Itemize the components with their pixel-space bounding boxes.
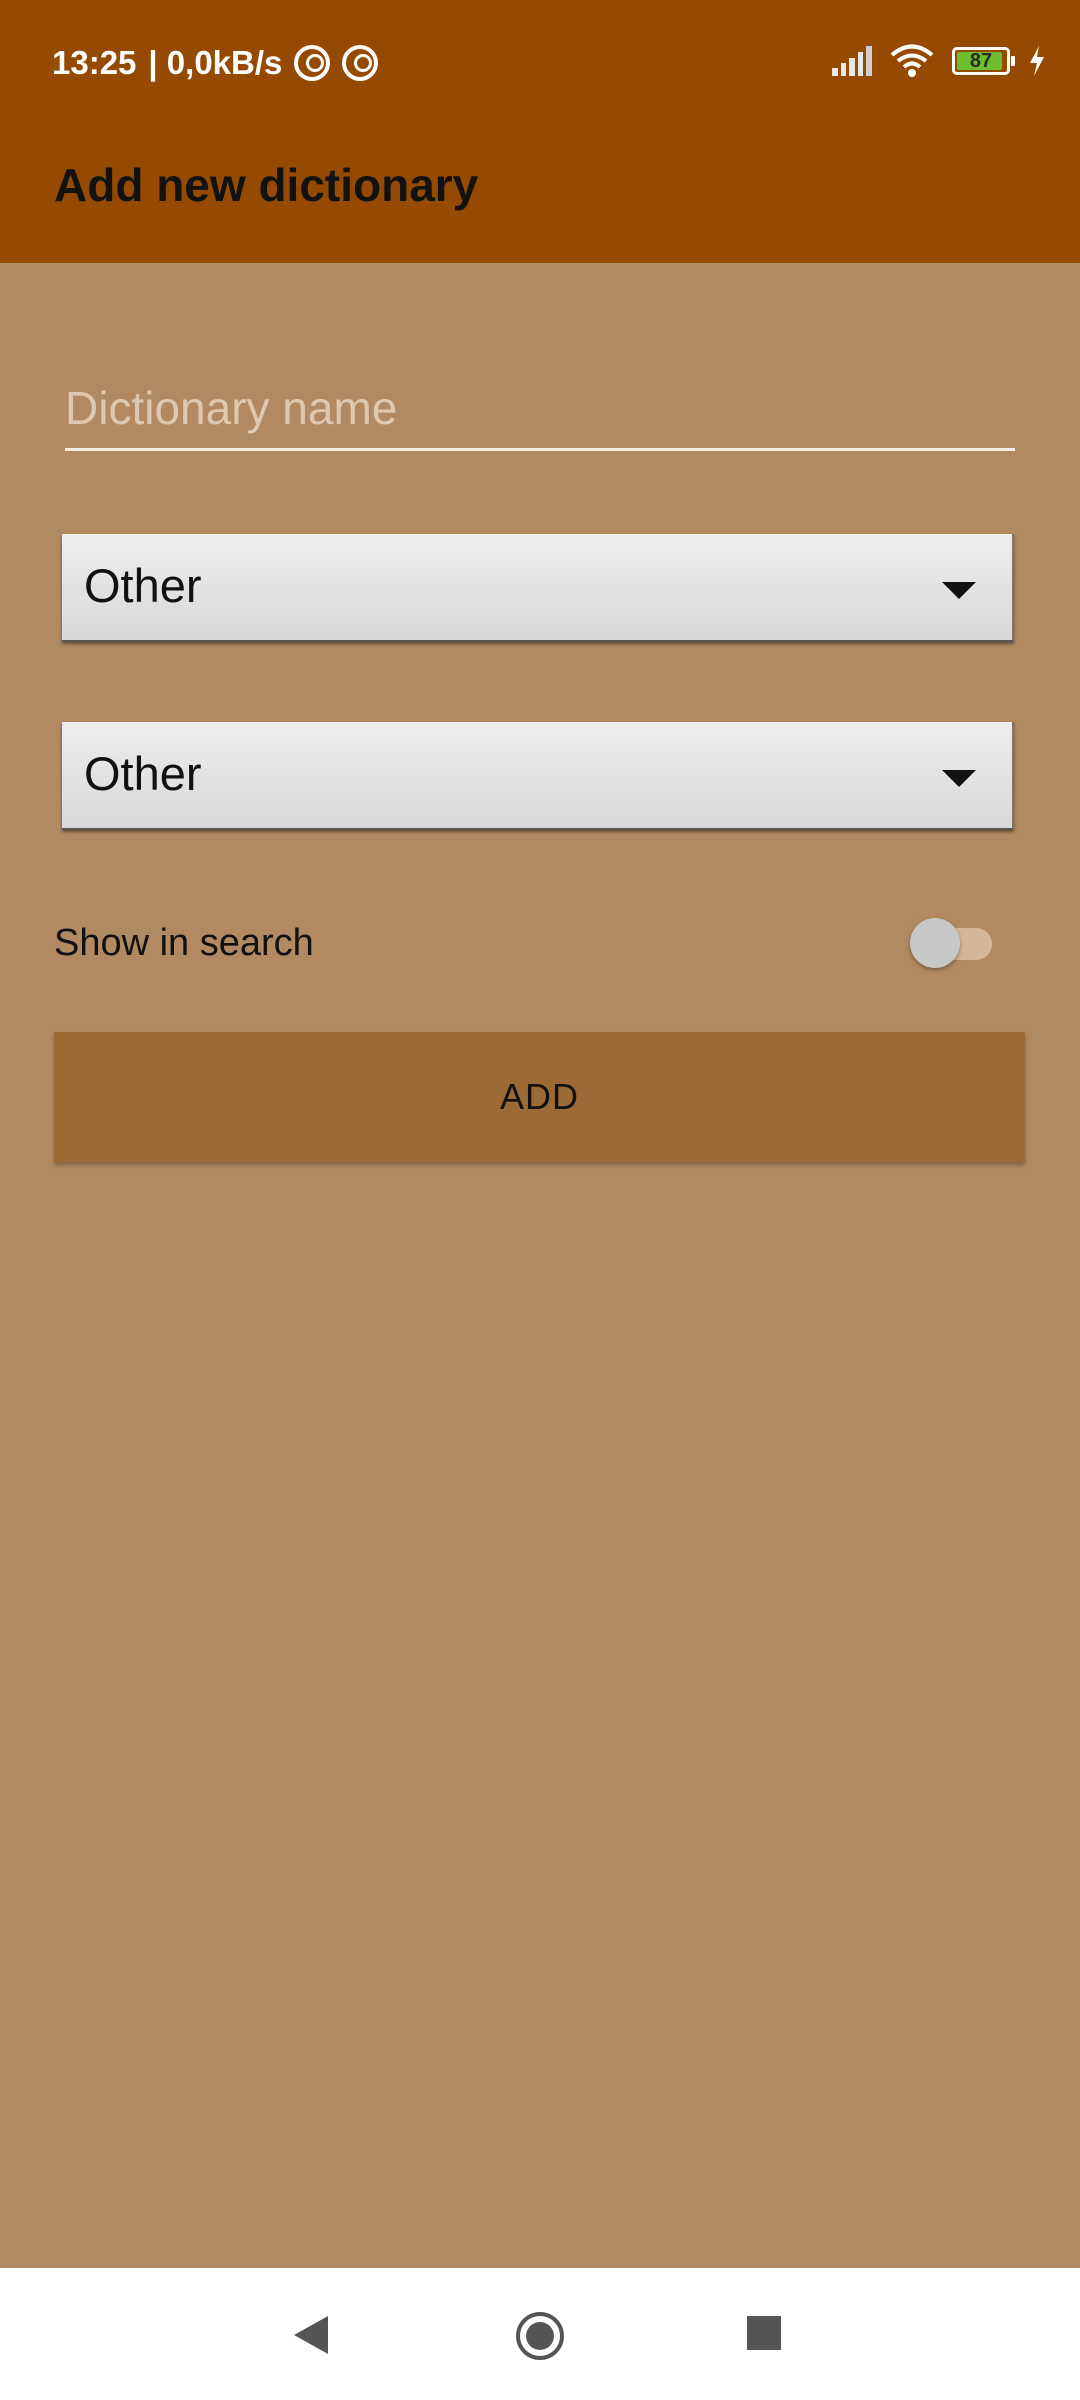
dropdown-selected-value: Other	[84, 747, 202, 800]
network-speed: | 0,0kB/s	[148, 44, 283, 81]
dropdown-selected-value: Other	[84, 559, 202, 612]
home-icon[interactable]	[516, 2312, 564, 2360]
switch-thumb	[910, 918, 960, 968]
vpn-circle-icon	[342, 45, 379, 81]
status-time: 13:25	[52, 44, 137, 81]
status-bar: 13:25 | 0,0kB/s 87	[0, 0, 1080, 130]
status-right: 87	[832, 44, 1046, 78]
vpn-circle-icon	[294, 45, 331, 81]
charging-bolt-icon	[1030, 46, 1044, 76]
show-in-search-switch[interactable]	[910, 918, 994, 968]
app-bar: Add new dictionary	[0, 130, 1080, 263]
recents-icon[interactable]	[747, 2316, 781, 2350]
signal-icon	[832, 46, 872, 76]
dropdown-arrow-icon	[942, 770, 976, 787]
add-button[interactable]: ADD	[54, 1032, 1025, 1162]
dictionary-name-input[interactable]	[65, 368, 1015, 451]
battery-level: 87	[969, 50, 993, 72]
show-in-search-row: Show in search	[54, 900, 1014, 980]
dropdown-arrow-icon	[942, 582, 976, 599]
status-left: 13:25 | 0,0kB/s	[52, 44, 379, 82]
navigation-bar	[0, 2268, 1080, 2400]
battery-icon: 87	[952, 47, 1015, 75]
source-language-dropdown[interactable]: Other	[62, 534, 1014, 642]
back-icon[interactable]	[294, 2316, 328, 2354]
show-in-search-label: Show in search	[54, 922, 314, 964]
page-title: Add new dictionary	[54, 159, 479, 211]
target-language-dropdown[interactable]: Other	[62, 722, 1014, 830]
wifi-icon	[890, 44, 934, 77]
